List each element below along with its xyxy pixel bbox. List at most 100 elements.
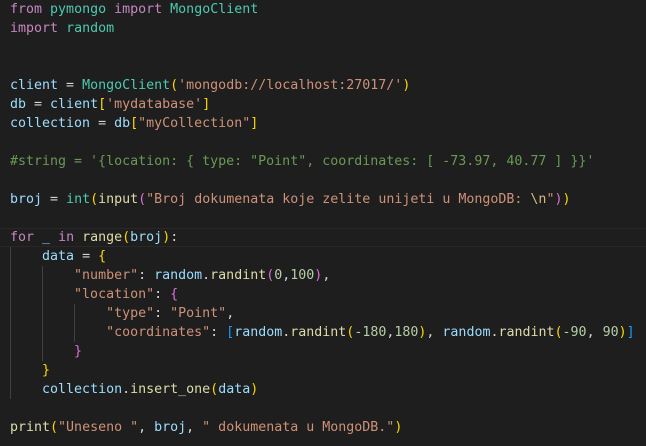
code-line[interactable]: print("Uneseno ", broj, " dokumenata u M… — [10, 418, 635, 437]
code-line[interactable] — [10, 209, 635, 228]
code-line[interactable] — [10, 133, 635, 152]
code-token: ( — [50, 420, 59, 435]
code-line[interactable]: broj = int(input("Broj dokumenata koje z… — [10, 190, 635, 209]
code-token: range — [82, 230, 123, 245]
code-token: data — [218, 382, 251, 397]
code-line[interactable]: for _ in range(broj): — [10, 228, 635, 247]
code-token: data — [42, 249, 75, 264]
code-token: collection — [10, 116, 91, 131]
code-token: , — [322, 268, 331, 283]
code-token: import — [114, 2, 163, 17]
code-token: ) — [562, 192, 571, 207]
code-token: client — [50, 97, 99, 112]
code-token: int — [66, 192, 91, 207]
code-line[interactable]: data = { — [10, 247, 635, 266]
code-line[interactable]: import random — [10, 19, 635, 38]
code-token: : — [154, 306, 171, 321]
code-token: = — [58, 78, 83, 93]
code-token: [ — [226, 325, 235, 340]
code-editor[interactable]: from pymongo import MongoClient import ra… — [0, 0, 646, 446]
code-line[interactable] — [10, 57, 635, 76]
code-line[interactable]: db = client['mydatabase'] — [10, 95, 635, 114]
code-line[interactable]: } — [10, 361, 635, 380]
code-token: MongoClient — [170, 2, 259, 17]
code-token: { — [170, 287, 179, 302]
code-token: collection — [42, 382, 123, 397]
code-token: . — [202, 268, 211, 283]
code-line[interactable] — [10, 399, 635, 418]
code-line[interactable] — [10, 171, 635, 190]
code-token: "type" — [106, 306, 155, 321]
code-token: = — [74, 249, 99, 264]
code-token: ] — [202, 97, 211, 112]
code-token: 'mongodb://localhost:27017/' — [178, 78, 403, 93]
code-token: randint — [210, 268, 267, 283]
code-token: db — [114, 116, 131, 131]
code-token: random — [234, 325, 283, 340]
code-token: ] — [626, 325, 635, 340]
code-token: { — [98, 249, 107, 264]
code-token: : — [170, 230, 179, 245]
code-line[interactable]: collection = db["myCollection"] — [10, 114, 635, 133]
code-token: random — [442, 325, 491, 340]
code-token: db — [10, 97, 27, 112]
code-line[interactable]: #string = '{location: { type: "Point", c… — [10, 152, 635, 171]
code-token: ) — [250, 382, 259, 397]
code-token: ( — [122, 230, 131, 245]
code-line[interactable]: "number": random.randint(0,100), — [10, 266, 635, 285]
code-line[interactable]: "type": "Point", — [10, 304, 635, 323]
code-line[interactable]: } — [10, 342, 635, 361]
code-token: ] — [250, 116, 259, 131]
code-token: [ — [98, 97, 107, 112]
code-line[interactable]: client = MongoClient('mongodb://localhos… — [10, 76, 635, 95]
code-token: "number" — [74, 268, 139, 283]
code-token: ) — [402, 78, 411, 93]
code-line[interactable]: "location": { — [10, 285, 635, 304]
code-token: = — [42, 192, 67, 207]
code-token: broj — [130, 230, 163, 245]
code-token: randint — [498, 325, 555, 340]
code-token: 'mydatabase' — [106, 97, 203, 112]
code-token: MongoClient — [82, 78, 171, 93]
code-token: ( — [210, 382, 219, 397]
code-token: in — [58, 230, 75, 245]
code-line[interactable]: collection.insert_one(data) — [10, 380, 635, 399]
code-line[interactable]: from pymongo import MongoClient — [10, 0, 635, 19]
code-token: "coordinates" — [106, 325, 211, 340]
code-token: ( — [90, 192, 99, 207]
code-token: -90 — [562, 325, 587, 340]
code-token: ) — [162, 230, 171, 245]
code-token: \n — [530, 192, 547, 207]
code-token: client — [10, 78, 59, 93]
code-token: broj — [154, 420, 187, 435]
code-token: : — [154, 287, 171, 302]
code-token: random — [66, 21, 115, 36]
code-token: insert_one — [130, 382, 211, 397]
code-token: } — [42, 363, 51, 378]
code-token: ( — [554, 325, 563, 340]
code-token: for — [10, 230, 35, 245]
code-area[interactable]: from pymongo import MongoClient import ra… — [10, 0, 635, 437]
code-token: -180 — [354, 325, 387, 340]
code-token: 100 — [290, 268, 315, 283]
code-token: , — [138, 420, 155, 435]
code-line[interactable] — [10, 38, 635, 57]
code-token: [ — [130, 116, 139, 131]
code-token: broj — [10, 192, 43, 207]
code-token: input — [98, 192, 139, 207]
code-token: , — [586, 325, 603, 340]
code-line[interactable]: "coordinates": [random.randint(-180,180)… — [10, 323, 635, 342]
